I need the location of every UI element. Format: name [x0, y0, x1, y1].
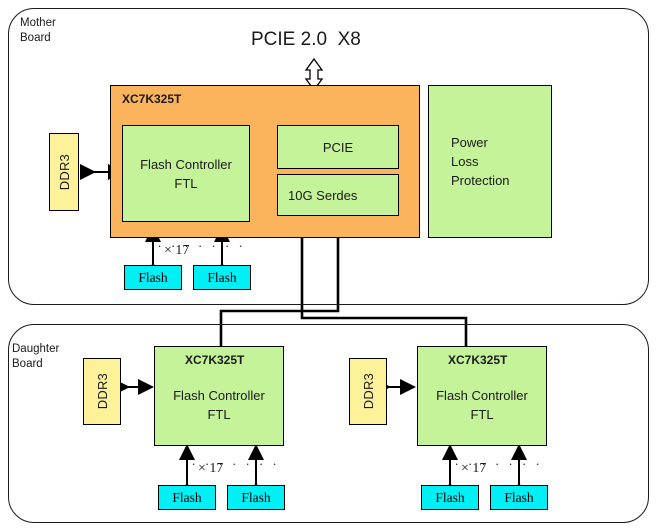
mother-fpga-title: XC7K325T [122, 92, 182, 106]
mother-ddr3-block: DDR3 [49, 133, 79, 211]
mother-pcie-label: PCIE [322, 139, 354, 155]
mother-ddr3-label: DDR3 [56, 153, 72, 191]
daughter-right-ddr3-block: DDR3 [349, 358, 387, 425]
mother-flash-multiplier: × 17 [164, 243, 190, 258]
daughter-right-flash-right-label: Flash [504, 489, 534, 505]
pcie-caption: PCIE 2.0 X8 [251, 29, 361, 50]
daughter-board-label: Daughter Board [12, 343, 60, 370]
mother-serdes-block: 10G Serdes [277, 174, 399, 216]
daughter-left-flash-multiplier: × 17 [198, 461, 224, 476]
daughter-right-flash-controller-label: Flash Controller FTL [436, 388, 528, 422]
daughter-right-flash-multiplier: × 17 [461, 461, 487, 476]
daughter-left-ddr3-label: DDR3 [94, 373, 110, 410]
mother-flash-right-label: Flash [207, 269, 237, 285]
daughter-right-flash-left-label: Flash [435, 489, 465, 505]
daughter-left-flash-left-label: Flash [172, 489, 202, 505]
daughter-right-ddr3-label: DDR3 [360, 373, 376, 410]
power-loss-protection-label: Power Loss Protection [451, 135, 510, 188]
mother-flash-controller-label: Flash Controller FTL [140, 156, 232, 191]
mother-serdes-label: 10G Serdes [288, 187, 358, 203]
daughter-right-flash-left: Flash [421, 485, 479, 510]
daughter-left-fpga-title: XC7K325T [185, 353, 245, 367]
daughter-right-fpga-title: XC7K325T [448, 353, 508, 367]
mother-flash-right: Flash [193, 265, 251, 290]
daughter-left-flash-right-label: Flash [241, 489, 271, 505]
daughter-left-flash-left: Flash [158, 485, 216, 510]
mother-flash-controller-block: Flash Controller FTL [122, 125, 250, 222]
power-loss-protection-block: Power Loss Protection [428, 85, 552, 238]
mother-board-label: Mother Board [20, 17, 56, 44]
diagram-canvas: Mother Board PCIE 2.0 X8 XC7K325T DDR3 F… [0, 0, 657, 529]
daughter-left-ddr3-block: DDR3 [83, 358, 121, 425]
daughter-left-flash-controller-label: Flash Controller FTL [173, 388, 265, 422]
mother-flash-left: Flash [124, 265, 182, 290]
daughter-right-flash-right: Flash [490, 485, 548, 510]
daughter-left-flash-right: Flash [227, 485, 285, 510]
mother-pcie-block: PCIE [277, 125, 399, 169]
mother-flash-left-label: Flash [138, 269, 168, 285]
